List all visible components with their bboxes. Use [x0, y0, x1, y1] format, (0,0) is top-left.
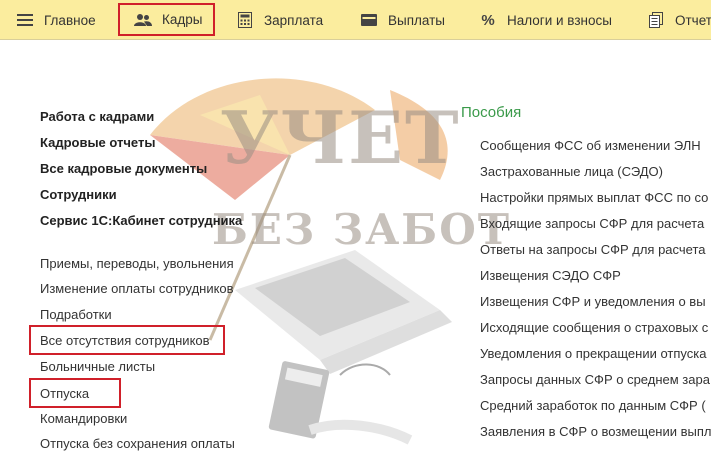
link-salary-changes[interactable]: Изменение оплаты сотрудников: [40, 281, 234, 296]
hamburger-icon: [16, 11, 34, 29]
link-sfr-reimbursement-applications[interactable]: Заявления в СФР о возмещении выпл: [480, 424, 711, 439]
link-incoming-sfr-requests[interactable]: Входящие запросы СФР для расчета: [480, 216, 704, 231]
highlight-box-vacations: [29, 378, 121, 408]
link-hr-reports[interactable]: Кадровые отчеты: [40, 135, 155, 150]
highlight-box-all-absences: [29, 325, 225, 355]
link-employees[interactable]: Сотрудники: [40, 187, 117, 202]
link-employee-cabinet-service[interactable]: Сервис 1С:Кабинет сотрудника: [40, 213, 242, 228]
link-unpaid-leaves[interactable]: Отпуска без сохранения оплаты: [40, 436, 235, 451]
link-outgoing-insurance-messages[interactable]: Исходящие сообщения о страховых с: [480, 320, 708, 335]
menu-item-reports[interactable]: Отчет: [647, 0, 711, 40]
menu-item-hr[interactable]: Кадры: [118, 3, 215, 36]
menu-item-payments[interactable]: Выплаты: [360, 0, 445, 40]
link-part-time-jobs[interactable]: Подработки: [40, 307, 112, 322]
wallet-icon: [360, 11, 378, 29]
link-business-trips[interactable]: Командировки: [40, 411, 127, 426]
link-sedo-notices[interactable]: Извещения СЭДО СФР: [480, 268, 621, 283]
link-sick-leaves[interactable]: Больничные листы: [40, 359, 155, 374]
menu-item-label: Зарплата: [264, 12, 324, 28]
link-vacation-termination-notices[interactable]: Уведомления о прекращении отпуска: [480, 346, 706, 361]
link-hr-work[interactable]: Работа с кадрами: [40, 109, 154, 124]
calculator-icon: [236, 11, 254, 29]
link-direct-payments-settings[interactable]: Настройки прямых выплат ФСС по со: [480, 190, 708, 205]
document-icon: [647, 11, 665, 29]
link-insured-persons[interactable]: Застрахованные лица (СЭДО): [480, 164, 663, 179]
section-title-benefits: Пособия: [461, 104, 522, 121]
link-all-hr-documents[interactable]: Все кадровые документы: [40, 161, 207, 176]
link-sfr-notices-notifications[interactable]: Извещения СФР и уведомления о вы: [480, 294, 706, 309]
menu-item-salary[interactable]: Зарплата: [236, 0, 323, 40]
link-sfr-average-salary-requests[interactable]: Запросы данных СФР о среднем зара: [480, 372, 710, 387]
menu-item-label: Выплаты: [388, 12, 445, 28]
link-hirings-transfers[interactable]: Приемы, переводы, увольнения: [40, 256, 234, 271]
menu-item-label: Главное: [44, 12, 96, 28]
menu-item-label: Налоги и взносы: [507, 12, 612, 28]
link-average-earnings-sfr[interactable]: Средний заработок по данным СФР (: [480, 398, 706, 413]
link-fss-eln-messages[interactable]: Сообщения ФСС об изменении ЭЛН: [480, 138, 701, 153]
menu-item-label: Отчет: [675, 12, 711, 28]
link-sfr-request-answers[interactable]: Ответы на запросы СФР для расчета: [480, 242, 706, 257]
top-menu-bar: Главное Кадры Зарплата Выплаты % Налоги …: [0, 0, 711, 40]
menu-item-main[interactable]: Главное: [16, 0, 96, 40]
watermark-text-line2: БЕЗ ЗАБОТ: [212, 205, 512, 254]
percent-icon: %: [481, 11, 495, 29]
menu-item-taxes[interactable]: % Налоги и взносы: [479, 0, 612, 40]
menu-item-label: Кадры: [162, 12, 203, 27]
people-icon: [134, 11, 152, 29]
watermark-text-line1: УЧЕТ: [220, 95, 461, 180]
